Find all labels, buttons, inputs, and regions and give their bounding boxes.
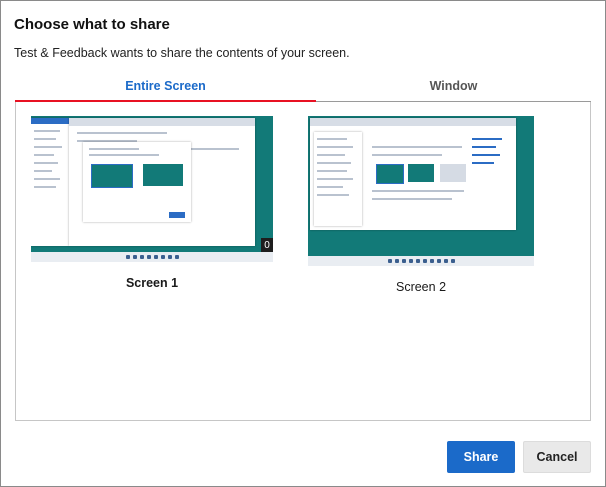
- thumb-main-window-2: [310, 118, 516, 230]
- dialog-title: Choose what to share: [14, 16, 170, 33]
- dialog-subtitle: Test & Feedback wants to share the conte…: [14, 46, 350, 60]
- tab-strip: Entire Screen Window: [15, 71, 591, 102]
- screen-list-panel: 0 Screen 1 Screen 2: [15, 102, 591, 421]
- screen-1-badge: 0: [261, 238, 273, 252]
- screen-option-2[interactable]: Screen 2: [308, 116, 534, 294]
- thumb-side-panel: [314, 132, 362, 226]
- cancel-button[interactable]: Cancel: [523, 441, 591, 473]
- tab-window[interactable]: Window: [316, 71, 591, 100]
- thumb-taskbar: [31, 252, 273, 262]
- screen-option-1[interactable]: 0 Screen 1: [31, 116, 273, 290]
- screen-2-label: Screen 2: [395, 280, 447, 294]
- screen-1-label: Screen 1: [125, 276, 179, 290]
- screen-2-thumbnail: [308, 116, 534, 266]
- screen-1-thumbnail: 0: [31, 116, 273, 262]
- tab-entire-screen[interactable]: Entire Screen: [15, 71, 316, 102]
- thumb-dialog: [83, 142, 191, 222]
- share-dialog: Choose what to share Test & Feedback wan…: [0, 0, 606, 487]
- thumb-app-window: [31, 118, 69, 246]
- thumb-taskbar-2: [308, 256, 534, 266]
- share-button[interactable]: Share: [447, 441, 515, 473]
